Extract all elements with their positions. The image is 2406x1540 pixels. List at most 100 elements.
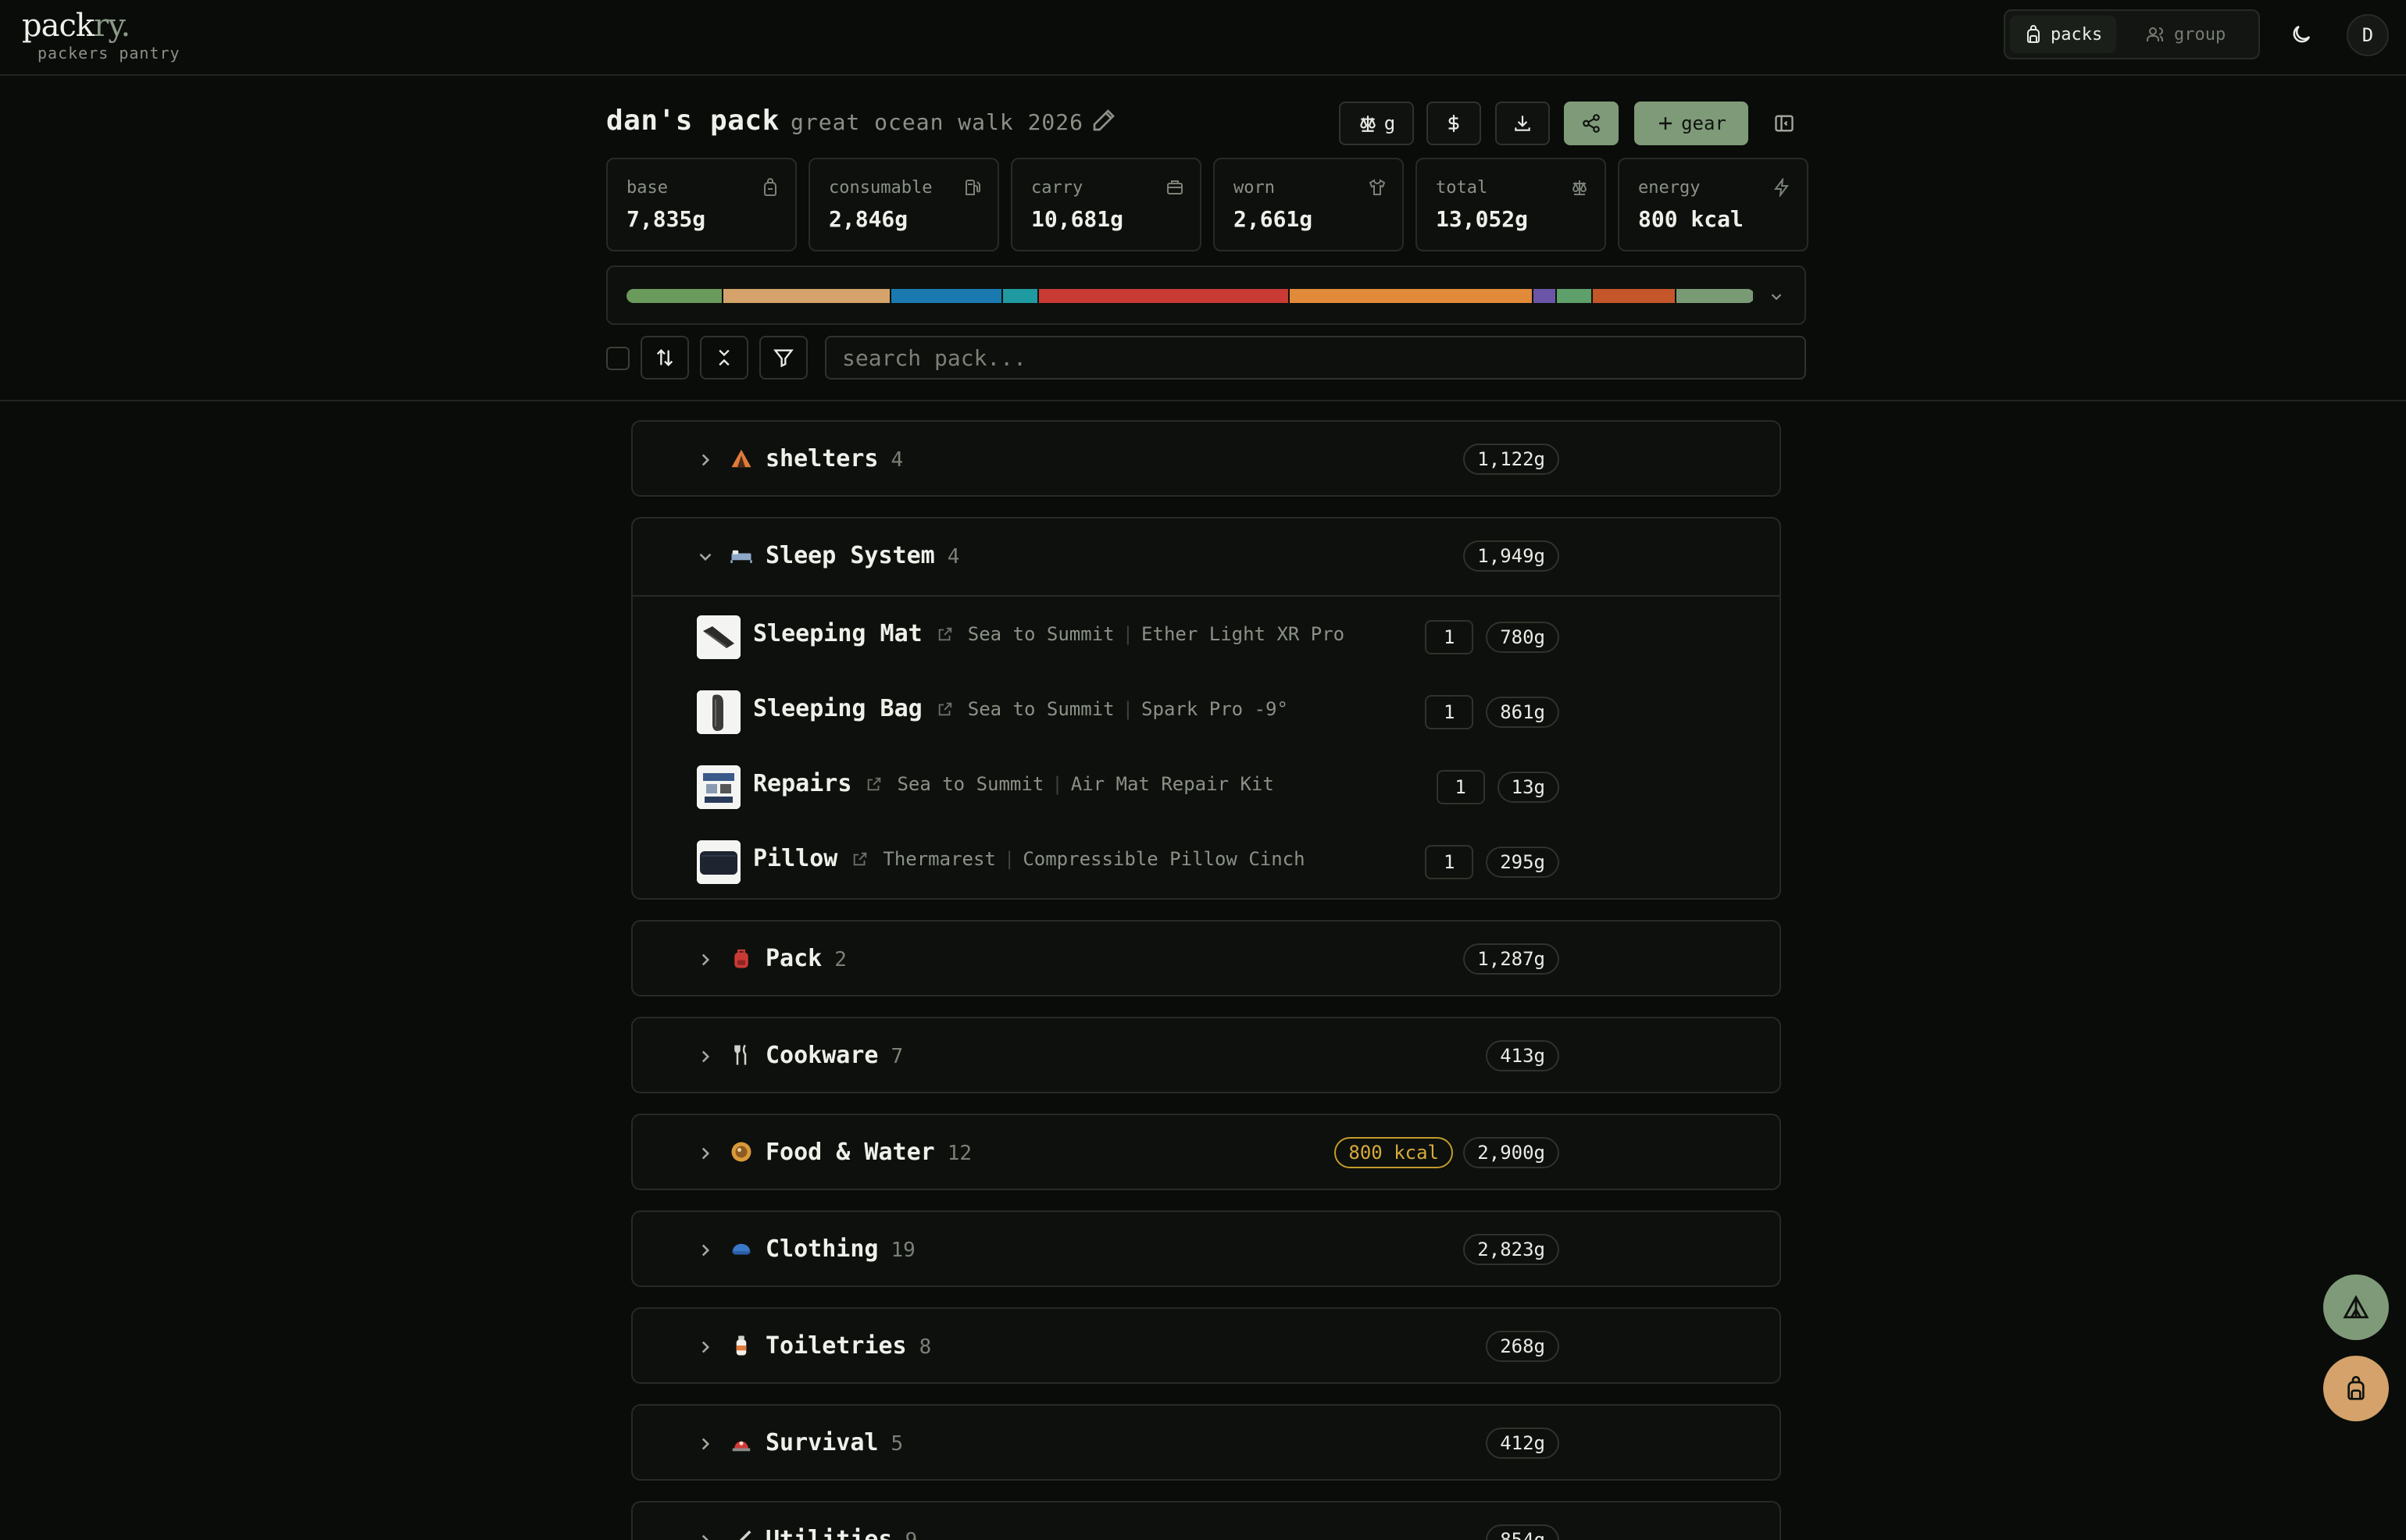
theme-toggle-button[interactable]	[2279, 16, 2323, 53]
category-weight-badge: 1,949g	[1463, 540, 1559, 572]
bolt-icon	[1774, 178, 1789, 197]
category-card: shelters 4 1,122g	[631, 420, 1781, 497]
app-logo[interactable]: packry.	[22, 8, 130, 44]
plus-icon	[1659, 117, 1672, 130]
download-button[interactable]	[1495, 102, 1550, 145]
category-header[interactable]: Food & Water 12 800 kcal 2,900g	[633, 1115, 1780, 1192]
gear-item-row[interactable]: Repairs Sea to Summit | Air Mat Repair Kit…	[633, 747, 1780, 822]
fab-camp-button[interactable]	[2323, 1274, 2389, 1340]
gear-item-model: Spark Pro -9°	[1141, 697, 1288, 720]
category-header[interactable]: Clothing 19 2,823g	[633, 1212, 1780, 1289]
chevron-right-icon[interactable]	[695, 1143, 716, 1164]
meta-separator: |	[1122, 697, 1134, 720]
weight-segment-clothing[interactable]	[1290, 289, 1533, 303]
collapse-all-button[interactable]	[700, 336, 748, 380]
category-kcal-badge: 800 kcal	[1334, 1137, 1453, 1168]
chevron-right-icon[interactable]	[695, 1434, 716, 1454]
gear-item-row[interactable]: Sleeping Mat Sea to Summit | Ether Light X…	[633, 597, 1780, 672]
category-count: 5	[891, 1432, 904, 1456]
gear-item-qty[interactable]: 1	[1425, 620, 1474, 654]
stat-card-energy: energy 800 kcal	[1618, 158, 1808, 251]
chevron-right-icon[interactable]	[695, 1337, 716, 1357]
share-button[interactable]	[1564, 102, 1619, 145]
gear-item-brand: Thermarest	[883, 847, 996, 870]
gear-item-name: Sleeping Bag Sea to Summit | Spark Pro -9°	[753, 695, 1288, 722]
chevron-right-icon[interactable]	[695, 450, 716, 470]
chevron-right-icon[interactable]	[695, 950, 716, 970]
weight-segment-other[interactable]	[1676, 289, 1755, 303]
shirt-icon	[1369, 179, 1386, 195]
category-header[interactable]: Pack 2 1,287g	[633, 922, 1780, 998]
nav-group-button[interactable]: group	[2132, 16, 2240, 53]
currency-button[interactable]	[1426, 102, 1481, 145]
category-header[interactable]: Cookware 7 413g	[633, 1018, 1780, 1095]
search-input[interactable]	[825, 336, 1806, 380]
weight-segment-survival[interactable]	[1557, 289, 1594, 303]
user-avatar[interactable]: D	[2347, 14, 2389, 56]
category-name: Food & Water 12	[766, 1139, 973, 1166]
external-link-icon[interactable]	[866, 775, 883, 793]
weight-segment-food-water[interactable]	[1039, 289, 1290, 303]
edit-pack-button[interactable]	[1090, 106, 1118, 134]
stat-label: base	[626, 178, 668, 198]
gear-item-qty[interactable]: 1	[1436, 770, 1485, 804]
category-header[interactable]: shelters 4 1,122g	[633, 422, 1780, 498]
weight-segment-utilities[interactable]	[1593, 289, 1677, 303]
stat-label: carry	[1031, 178, 1083, 198]
chevron-right-icon[interactable]	[695, 1531, 716, 1540]
external-link-icon[interactable]	[937, 700, 954, 718]
weight-segment-shelters[interactable]	[626, 289, 724, 303]
category-header[interactable]: Utilities9 854g	[633, 1503, 1780, 1540]
weight-segment-cookware[interactable]	[1003, 289, 1040, 303]
weight-segment-sleep-system[interactable]	[723, 289, 892, 303]
external-link-icon[interactable]	[851, 850, 869, 868]
download-icon	[1515, 116, 1530, 131]
nav-packs-button[interactable]: packs	[2010, 16, 2117, 53]
units-label: g	[1383, 112, 1396, 134]
gear-thumbnail	[697, 690, 741, 734]
chevron-down-icon[interactable]	[695, 547, 716, 567]
sort-button[interactable]	[641, 336, 689, 380]
gear-item-qty[interactable]: 1	[1425, 695, 1474, 729]
filter-button[interactable]	[759, 336, 808, 380]
siren-icon	[732, 1441, 751, 1452]
gear-item-row[interactable]: Sleeping Bag Sea to Summit | Spark Pro -9°…	[633, 672, 1780, 747]
category-header[interactable]: Sleep System 4 1,949g	[633, 519, 1780, 595]
nav-group-label: group	[2174, 24, 2226, 45]
gear-item-brand: Sea to Summit	[897, 772, 1044, 795]
gear-thumbnail	[697, 765, 741, 809]
category-card: Survival 5 412g	[631, 1404, 1781, 1481]
gear-item-name: Sleeping Mat Sea to Summit | Ether Light X…	[753, 620, 1345, 647]
stat-card-carry: carry 10,681g	[1011, 158, 1201, 251]
category-header[interactable]: Toiletries 8 268g	[633, 1309, 1780, 1385]
gear-item-qty[interactable]: 1	[1425, 845, 1474, 879]
units-toggle-button[interactable]: g	[1339, 102, 1414, 145]
stat-value: 13,052g	[1436, 206, 1529, 232]
stat-value: 7,835g	[626, 206, 706, 232]
category-weight-badge: 2,823g	[1463, 1234, 1559, 1265]
weight-segment-toiletries[interactable]	[1533, 289, 1558, 303]
users-icon	[2147, 27, 2163, 41]
category-weight-badge: 412g	[1486, 1428, 1559, 1459]
category-count: 2	[834, 948, 847, 971]
category-name: Survival 5	[766, 1429, 904, 1456]
nav-toggle-group: packs group	[2004, 9, 2260, 59]
expand-bar-button[interactable]	[1764, 284, 1789, 309]
gear-item-row[interactable]: Pillow Thermarest | Compressible Pillow Ci…	[633, 822, 1780, 897]
external-link-icon[interactable]	[937, 626, 954, 643]
pack-subtitle: great ocean walk 2026	[791, 109, 1084, 135]
backpack-icon	[2027, 25, 2040, 43]
share-icon	[1583, 114, 1600, 133]
category-card: Utilities9 854g	[631, 1501, 1781, 1540]
sidebar-toggle-button[interactable]	[1762, 102, 1806, 145]
fab-pack-button[interactable]	[2323, 1356, 2389, 1421]
chevron-right-icon[interactable]	[695, 1046, 716, 1067]
chevron-right-icon[interactable]	[695, 1240, 716, 1260]
add-gear-button[interactable]: gear	[1634, 102, 1748, 145]
select-all-checkbox[interactable]	[606, 347, 630, 370]
category-card: Toiletries 8 268g	[631, 1307, 1781, 1384]
category-weight-badge: 268g	[1486, 1331, 1559, 1362]
category-header[interactable]: Survival 5 412g	[633, 1406, 1780, 1482]
category-card: Clothing 19 2,823g	[631, 1210, 1781, 1287]
weight-segment-pack[interactable]	[891, 289, 1004, 303]
